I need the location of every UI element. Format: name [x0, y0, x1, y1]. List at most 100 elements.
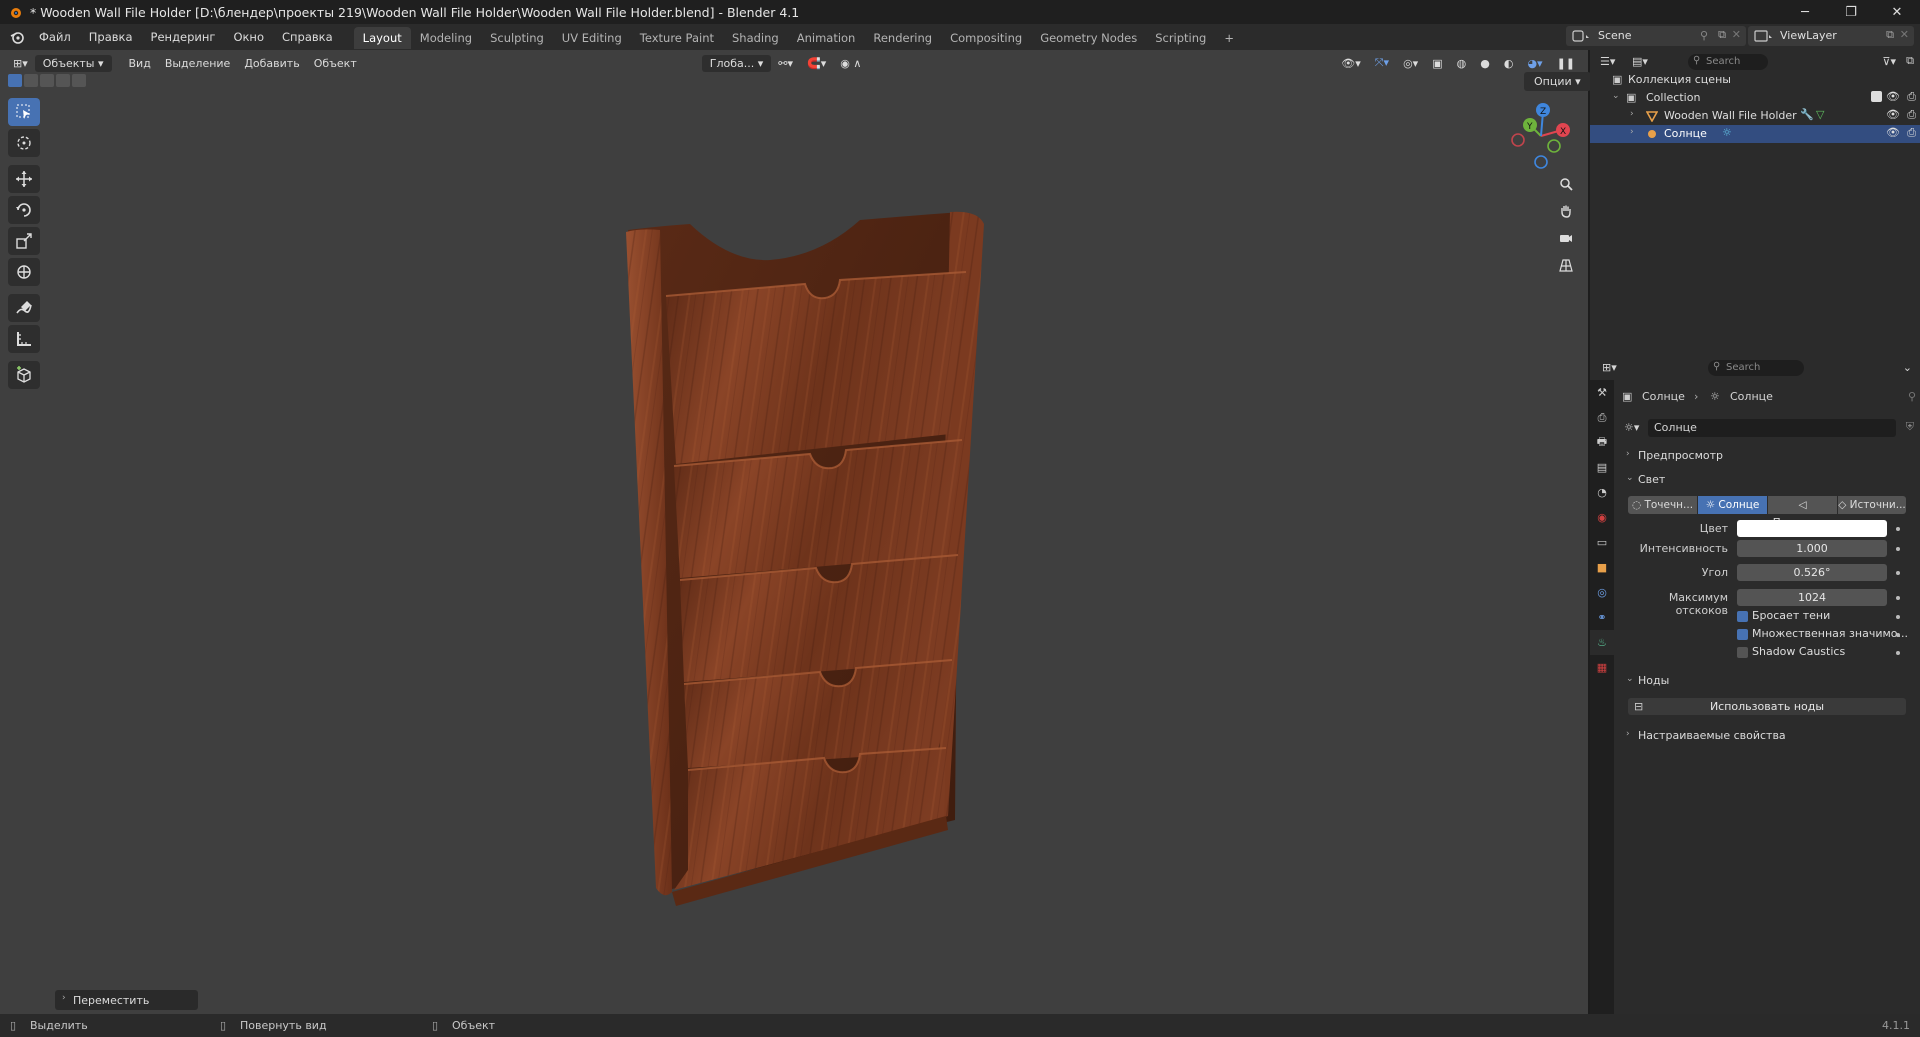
output-tab-icon[interactable]: 🖶 — [1590, 430, 1614, 455]
move-tool[interactable] — [8, 165, 40, 193]
collection-tab-icon[interactable]: ▭ — [1590, 530, 1614, 555]
render-tab-icon[interactable]: ⎙ — [1590, 405, 1614, 430]
menu-view[interactable]: Вид — [122, 57, 158, 70]
datablock-selector[interactable]: ☼▾ Солнце ⛨ — [1620, 418, 1916, 438]
pan-hand-icon[interactable] — [1554, 199, 1578, 223]
3d-viewport[interactable] — [0, 50, 1588, 1014]
keyframe-dot[interactable] — [1896, 651, 1900, 655]
keyframe-dot[interactable] — [1896, 596, 1900, 600]
add-workspace-button[interactable]: + — [1215, 27, 1243, 49]
tab-shading[interactable]: Shading — [723, 27, 788, 49]
new-scene-icon[interactable]: ⧉ — [1718, 28, 1726, 42]
keyframe-dot[interactable] — [1896, 527, 1900, 531]
chevron-down-icon[interactable]: ⌄ — [1612, 91, 1620, 101]
gizmo-neg-y[interactable] — [1547, 139, 1561, 153]
select-new-icon[interactable] — [8, 74, 22, 87]
eye-icon[interactable]: 👁 — [1886, 126, 1900, 139]
delete-view-layer-icon[interactable]: ✕ — [1900, 28, 1909, 41]
nodes-section-header[interactable]: ⌄ Ноды — [1620, 671, 1916, 691]
filter-icon[interactable]: ⊽▾ — [1882, 55, 1896, 68]
tab-uv-editing[interactable]: UV Editing — [553, 27, 631, 49]
mode-dropdown[interactable]: Объекты ▾ — [34, 54, 112, 72]
snap-icon[interactable]: 🧲▾ — [800, 57, 833, 70]
light-data-tab-icon[interactable]: ♨ — [1590, 630, 1614, 655]
gizmo-toggle-icon[interactable]: ⤧▾ — [1368, 56, 1396, 70]
angle-field[interactable]: 0.526° — [1737, 564, 1887, 581]
menu-file[interactable]: Файл — [30, 24, 80, 50]
light-type-sun[interactable]: ☼ Солнце — [1698, 496, 1767, 514]
keyframe-dot[interactable] — [1896, 615, 1900, 619]
use-nodes-button[interactable]: ⊟ Использовать ноды — [1628, 698, 1906, 715]
maximize-button[interactable]: ❐ — [1828, 0, 1874, 24]
tab-modeling[interactable]: Modeling — [411, 27, 481, 49]
keyframe-dot[interactable] — [1896, 571, 1900, 575]
menu-object[interactable]: Объект — [307, 57, 364, 70]
wireframe-shading-icon[interactable]: ◍ — [1450, 57, 1474, 70]
rendered-shading-icon[interactable]: ◕▾ — [1520, 57, 1549, 70]
datablock-name-field[interactable]: Солнце — [1648, 419, 1896, 437]
proportional-edit-icon[interactable]: ◉ ∧ — [833, 57, 868, 70]
tab-compositing[interactable]: Compositing — [941, 27, 1031, 49]
render-camera-icon[interactable]: ⎙ — [1907, 90, 1916, 104]
chevron-down-icon[interactable]: ⌄ — [1903, 361, 1912, 374]
viewport-options-button[interactable]: Опции ▾ — [1524, 72, 1591, 91]
light-datablock-icon[interactable]: ☼▾ — [1624, 421, 1639, 434]
menu-help[interactable]: Справка — [273, 24, 342, 50]
scene-tab-icon[interactable]: ◔ — [1590, 480, 1614, 505]
tab-animation[interactable]: Animation — [788, 27, 865, 49]
tab-scripting[interactable]: Scripting — [1146, 27, 1215, 49]
scene-selector[interactable]: Scene ⚲ ⧉ ✕ — [1566, 26, 1746, 46]
new-view-layer-icon[interactable]: ⧉ — [1886, 28, 1894, 42]
light-type-point[interactable]: ◌ Точечн... — [1628, 496, 1697, 514]
render-camera-icon[interactable]: ⎙ — [1907, 108, 1916, 122]
measure-tool[interactable] — [8, 325, 40, 353]
delete-scene-icon[interactable]: ✕ — [1732, 28, 1741, 41]
editor-type-icon[interactable]: ⊞▾ — [6, 57, 35, 70]
display-mode-icon[interactable]: ▤▾ — [1632, 55, 1648, 68]
overlay-toggle-icon[interactable]: ◎▾ — [1396, 57, 1425, 70]
transform-tool[interactable] — [8, 258, 40, 286]
sun-data-icon[interactable]: ☼ — [1722, 126, 1732, 139]
pivot-point-icon[interactable]: ⚯▾ — [771, 57, 800, 70]
annotate-tool[interactable] — [8, 294, 40, 322]
preview-section-header[interactable]: › Предпросмотр — [1620, 446, 1916, 466]
minimize-button[interactable]: ─ — [1782, 0, 1828, 24]
light-type-area[interactable]: ◇ Источни... — [1838, 496, 1906, 514]
custom-props-section-header[interactable]: › Настраиваемые свойства — [1620, 726, 1916, 746]
outliner-search-input[interactable]: ⚲ Search — [1688, 54, 1768, 70]
menu-window[interactable]: Окно — [224, 24, 273, 50]
tab-rendering[interactable]: Rendering — [864, 27, 941, 49]
last-operator-panel[interactable]: › Переместить — [55, 990, 198, 1010]
zoom-icon[interactable] — [1554, 172, 1578, 196]
new-collection-icon[interactable]: ⧉ — [1906, 54, 1914, 68]
keyframe-dot[interactable] — [1896, 547, 1900, 551]
rotate-tool[interactable] — [8, 196, 40, 224]
outliner-editor-type-icon[interactable]: ☰▾ — [1600, 55, 1615, 68]
properties-editor-type-icon[interactable]: ⊞▾ — [1602, 361, 1617, 374]
modifier-tab-icon[interactable]: ◎ — [1590, 580, 1614, 605]
select-extend-icon[interactable] — [24, 74, 38, 87]
eye-icon[interactable]: 👁 — [1886, 108, 1900, 121]
navigation-gizmo[interactable]: X Y Z — [1506, 100, 1576, 172]
menu-add[interactable]: Добавить — [237, 57, 306, 70]
tab-layout[interactable]: Layout — [353, 27, 411, 49]
color-swatch[interactable] — [1737, 520, 1887, 537]
solid-shading-icon[interactable]: ● — [1473, 57, 1497, 70]
texture-tab-icon[interactable]: ▦ — [1590, 655, 1614, 680]
view-layer-tab-icon[interactable]: ▤ — [1590, 455, 1614, 480]
eye-icon[interactable]: 👁 — [1886, 90, 1900, 103]
intensity-field[interactable]: 1.000 — [1737, 540, 1887, 557]
multiple-importance-checkbox[interactable] — [1737, 629, 1748, 640]
tab-sculpting[interactable]: Sculpting — [481, 27, 553, 49]
shadow-caustics-checkbox[interactable] — [1737, 647, 1748, 658]
menu-select[interactable]: Выделение — [158, 57, 238, 70]
pin-icon[interactable]: ⚲ — [1908, 390, 1916, 403]
keyframe-dot[interactable] — [1896, 633, 1900, 637]
outliner-collection-row[interactable]: ⌄ ▣ Collection 👁 ⎙ — [1590, 89, 1920, 107]
close-button[interactable]: ✕ — [1874, 0, 1920, 24]
properties-search-input[interactable]: ⚲ Search — [1708, 360, 1804, 376]
pin-icon[interactable]: ⚲ — [1700, 29, 1708, 42]
mesh-data-icon[interactable]: ▽ — [1816, 108, 1824, 121]
pause-render-icon[interactable]: ❚❚ — [1550, 57, 1582, 70]
world-tab-icon[interactable]: ◉ — [1590, 505, 1614, 530]
